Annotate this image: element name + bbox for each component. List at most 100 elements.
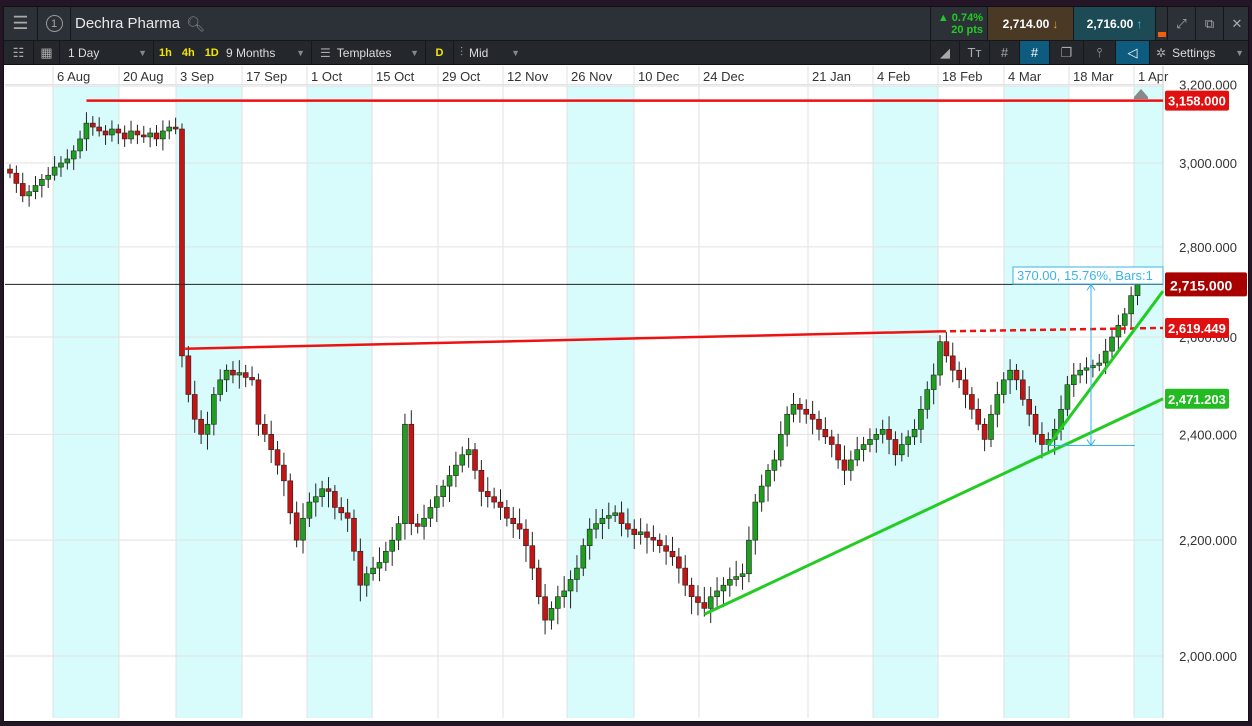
candle-body [288,481,293,513]
instrument-title: Dechra Pharma [75,15,181,32]
templates-select[interactable]: ☰ Templates ▼ [312,41,426,64]
candle-body [466,450,471,455]
date-tick-label: 21 Jan [812,69,851,84]
date-tick-label: 26 Nov [571,69,613,84]
tag-icon[interactable]: ◁ [1116,41,1150,64]
candle-body [1071,375,1076,385]
candle-body [702,603,707,609]
candle-body [90,123,95,127]
candle-body [351,518,356,551]
candle-body [422,518,427,526]
candle-body [1008,370,1013,380]
resistance-price-tag: 3,158.000 [1168,94,1226,109]
list-icon[interactable]: ☷ [4,41,34,64]
date-tick-label: 20 Aug [123,69,164,84]
candle-body [192,394,197,419]
candle-body [778,434,783,460]
date-tick-label: 17 Sep [246,69,287,84]
crosshair-icon[interactable]: ⫯ [1084,41,1116,64]
candle-body [504,507,509,518]
candle-body [301,518,306,540]
candle-body [759,486,764,502]
candle-body [332,491,337,507]
d-label: D [435,46,444,59]
candle-body [511,518,516,523]
interval-select[interactable]: 1 Day ▼ [60,41,154,64]
title-bar: ☰ 1 Dechra Pharma 🔍︎ ▲ 0.74% 20 pts 2,714.… [4,7,1248,41]
settings-label: Settings [1172,45,1216,60]
candle-body [256,380,261,424]
candle-body [842,460,847,470]
candle-body [1135,284,1140,295]
candle-body [683,568,688,585]
date-tick-label: 1 Oct [311,69,342,84]
candle-body [651,537,656,540]
candle-body [1110,337,1115,351]
sell-price: 2,714.00 [1002,16,1050,31]
candle-body [473,450,478,471]
d-button[interactable]: D [426,41,454,64]
up-arrow-icon: ↑ [1136,16,1143,31]
copy-icon[interactable]: ❐ [1050,41,1084,64]
candle-body [250,377,255,379]
menu-icon[interactable]: ☰ [4,7,38,40]
candle-body [377,562,382,568]
buy-button[interactable]: 2,716.00 ↑ [1074,7,1156,40]
price-type-select[interactable]: ⫶ Mid ▼ [454,41,526,64]
candle-body [275,450,280,465]
candle-body [708,597,713,609]
candle-body [390,540,395,551]
sell-button[interactable]: 2,714.00 ↓ [988,7,1074,40]
candle-body [746,540,751,574]
draw-line-icon[interactable]: ◢ [930,41,960,64]
grid-draw-icon[interactable]: # [1020,41,1050,64]
candle-body [129,131,134,139]
candle-body [988,414,993,439]
trendline-price-tag: 2,619.449 [1168,321,1226,336]
layout-icon[interactable]: ▦ [34,41,60,64]
candle-body [453,465,458,475]
date-tick-label: 12 Nov [507,69,549,84]
price-chart[interactable]: 6 Aug 20 Aug 3 Sep 17 Sep 1 Oct 15 Oct 29 Oct 1… [0,0,1252,726]
grid-icon[interactable]: # [990,41,1020,64]
candle-body [345,513,350,518]
instrument-title-area[interactable]: Dechra Pharma 🔍︎ [71,7,205,40]
candle-body [199,419,204,434]
date-tick-label: 10 Dec [638,69,680,84]
candle-body [485,491,490,496]
interval-1d[interactable]: 1D [200,47,224,59]
candle-body [160,131,165,139]
maximize-icon[interactable]: ⤢ [1168,7,1196,40]
instrument-index-icon[interactable]: 1 [38,7,71,40]
range-select[interactable]: 9 Months ▼ [224,41,312,64]
current-price-tag: 2,715.000 [1170,277,1232,293]
measure-label: 370.00, 15.76%, Bars:1 [1017,268,1153,283]
candle-body [823,429,828,437]
candle-body [982,424,987,439]
interval-1h[interactable]: 1h [154,47,177,59]
candle-body [797,404,802,409]
candle-body [1001,380,1006,395]
candle-body [976,409,981,424]
candle-body [1103,351,1108,363]
popout-icon[interactable]: ⧉ [1196,7,1224,40]
candle-body [944,342,949,356]
candle-body [409,424,414,523]
candle-body [1033,414,1038,434]
price-tick-label: 3,000.000 [1179,156,1237,171]
candle-body [14,173,19,183]
candle-body [1084,368,1089,370]
gear-icon: ✲ [1156,45,1167,60]
interval-4h[interactable]: 4h [177,47,200,59]
close-icon[interactable]: ✕ [1224,7,1250,40]
settings-button[interactable]: ✲ Settings ▼ [1150,41,1250,64]
candle-body [625,524,630,529]
text-icon[interactable]: Tт [960,41,990,64]
candle-body [205,424,210,434]
candle-body [460,455,465,465]
candle-body [861,445,866,450]
candle-body [925,390,930,410]
candle-body [912,429,917,437]
candle-body [632,529,637,534]
search-icon[interactable]: 🔍︎ [186,15,205,33]
